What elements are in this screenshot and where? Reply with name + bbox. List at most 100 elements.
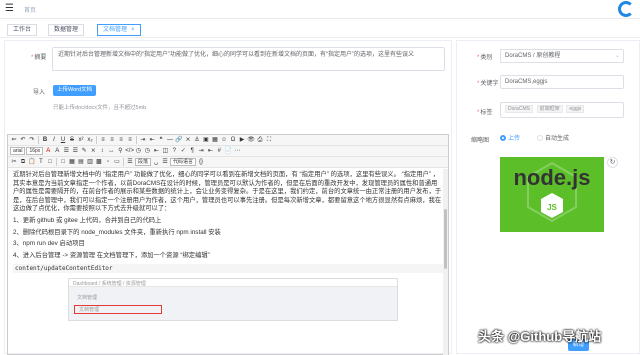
list-ol-icon[interactable]: ☰ [62, 147, 70, 155]
ltr-icon[interactable]: ⇥ [197, 147, 205, 155]
rich-text-editor[interactable]: ⇐ ↶ ↷ B I U S x² x₂ ≡ ≡ ≡ ≡ ⇥ ⇤ ❝ — 🔗 ⨯ … [7, 134, 449, 355]
editor-scrollbar[interactable] [443, 169, 448, 355]
strikethrough-icon[interactable]: S [68, 136, 76, 144]
tab-doc-manage[interactable]: 文档管理 × [97, 24, 141, 36]
bg-color-icon[interactable]: A [53, 147, 61, 155]
top-navbar: ☰ 首页 [0, 0, 640, 19]
box-icon[interactable]: □ [59, 158, 67, 166]
insert-file-icon[interactable]: 📄 [224, 147, 232, 155]
select-all-icon[interactable]: □ [46, 158, 54, 166]
font-size-select[interactable]: 16px [26, 147, 44, 155]
category-label: *类别 [477, 55, 493, 61]
rtl-icon[interactable]: ⇤ [206, 147, 214, 155]
grid-icon[interactable]: ▦ [68, 158, 76, 166]
media-icon[interactable]: ▶ [238, 136, 246, 144]
summary-textarea[interactable]: 近期针对后台管理新增文档中的“指定用户”功能做了优化，细心的同学可以看到在新增文… [52, 47, 445, 71]
code-language-select[interactable]: 代码语言 [170, 158, 197, 166]
thumbnail-image[interactable]: node.js JS [500, 157, 604, 232]
table-icon[interactable]: ▦ [211, 136, 219, 144]
special-char-icon[interactable]: Ω [229, 136, 237, 144]
superscript-icon[interactable]: x² [77, 136, 85, 144]
radio-upload[interactable]: 上传 [500, 133, 520, 142]
bold-icon[interactable]: B [41, 136, 49, 144]
source-icon[interactable]: ⇐ [10, 136, 18, 144]
format-icon[interactable]: ☰ [126, 158, 134, 166]
tags-view: 工作台 数据管理 文档管理 × [0, 20, 640, 38]
link-icon[interactable]: 🔗 [175, 136, 183, 144]
letter-spacing-icon[interactable]: ↔ [107, 147, 115, 155]
align-left-icon[interactable]: ≡ [99, 136, 107, 144]
keyword-input[interactable]: DoraCMS,eggjs [500, 75, 624, 89]
highlight-box [74, 305, 162, 314]
paste-text-icon[interactable]: T [37, 158, 45, 166]
copy-icon[interactable]: ⧉ [19, 158, 27, 166]
date-icon[interactable]: ◷ [134, 147, 142, 155]
help-icon[interactable]: ? [170, 147, 178, 155]
underline-icon[interactable]: U [59, 136, 67, 144]
tab-workbench[interactable]: 工作台 [7, 24, 38, 36]
undo-icon[interactable]: ↶ [19, 136, 27, 144]
line-height-icon[interactable]: ↕ [98, 147, 106, 155]
nonbreaking-icon[interactable]: ␣ [152, 158, 160, 166]
more-icon[interactable]: ⋯ [233, 147, 241, 155]
heading-select[interactable]: 段落 [135, 158, 152, 166]
align-center-icon[interactable]: ≡ [108, 136, 116, 144]
unlink-icon[interactable]: ⨯ [184, 136, 192, 144]
outdent-icon[interactable]: ⇤ [148, 136, 156, 144]
time-icon[interactable]: ◷ [143, 147, 151, 155]
col-icon[interactable]: ▥ [86, 158, 94, 166]
paste-icon[interactable]: 📋 [28, 158, 36, 166]
pagebreak-icon[interactable]: ⇤ [152, 147, 160, 155]
blockquote-icon[interactable]: ❝ [157, 136, 165, 144]
cell-icon[interactable]: ▩ [95, 158, 103, 166]
emoji-icon[interactable]: ☺ [220, 136, 228, 144]
tag-chip[interactable]: DoraCMS [505, 105, 533, 114]
code-icon[interactable]: </> [125, 147, 134, 155]
row-icon[interactable]: ▤ [77, 158, 85, 166]
merge-icon[interactable]: ▫ [104, 158, 112, 166]
breadcrumb[interactable]: 首页 [24, 5, 36, 14]
toc-icon[interactable]: ☰ [161, 158, 169, 166]
format-painter-icon[interactable]: ✎ [80, 147, 88, 155]
codesample-icon[interactable]: {} [197, 158, 205, 166]
tag-chip[interactable]: eggjs [566, 105, 585, 114]
font-color-icon[interactable]: A [44, 147, 52, 155]
refresh-icon[interactable]: ↻ [607, 157, 618, 168]
hamburger-icon[interactable]: ☰ [5, 4, 14, 14]
justify-icon[interactable]: ≡ [126, 136, 134, 144]
image-icon[interactable]: ▣ [202, 136, 210, 144]
align-right-icon[interactable]: ≡ [117, 136, 125, 144]
close-icon[interactable]: × [131, 27, 135, 33]
redo-icon[interactable]: ↷ [28, 136, 36, 144]
font-family-select[interactable]: arial [10, 147, 26, 155]
tag-chip[interactable]: 前端框架 [536, 105, 563, 114]
split-icon[interactable]: ▭ [113, 158, 121, 166]
indent-icon[interactable]: ⇥ [139, 136, 147, 144]
preview-icon[interactable]: 👁 [247, 136, 255, 144]
word-count-icon[interactable]: # [215, 147, 223, 155]
tab-data-manage[interactable]: 数据管理 [48, 24, 85, 36]
fullscreen-icon[interactable]: ⛶ [265, 136, 273, 144]
content-step: 3、npm run dev 启动项目 [13, 240, 85, 248]
template-icon[interactable]: ◫ [161, 147, 169, 155]
search-icon[interactable]: ⚲ [116, 147, 124, 155]
italic-icon[interactable]: I [50, 136, 58, 144]
cut-icon[interactable]: ✂ [10, 158, 18, 166]
hr-icon[interactable]: — [166, 136, 174, 144]
nodejs-logo-icon: node.js JS [513, 161, 591, 223]
clear-format-icon[interactable]: ⨯ [89, 147, 97, 155]
tags-select[interactable]: DoraCMS 前端框架 eggjs [500, 102, 624, 118]
editor-content[interactable]: 近期针对后台管理新增文档中的 “指定用户” 功能做了优化，细心的同学可以看到在新… [8, 169, 448, 355]
visual-blocks-icon[interactable]: ¶ [188, 147, 196, 155]
app-logo-icon [618, 1, 634, 17]
tags-label: *标签 [477, 110, 493, 116]
upload-word-button[interactable]: 上传Word文档 [53, 85, 97, 96]
category-select[interactable]: DoraCMS / 原创教程 ⌄ [500, 49, 624, 63]
list-ul-icon[interactable]: ☰ [71, 147, 79, 155]
content-paragraph: 近期针对后台管理新增文档中的 “指定用户” 功能做了优化，细心的同学可以看到在新… [13, 171, 442, 213]
spellcheck-icon[interactable]: ✓ [179, 147, 187, 155]
radio-auto[interactable]: 自动生成 [537, 133, 569, 142]
print-icon[interactable]: ⎙ [256, 136, 264, 144]
anchor-icon[interactable]: ⚓ [193, 136, 201, 144]
subscript-icon[interactable]: x₂ [86, 136, 94, 144]
